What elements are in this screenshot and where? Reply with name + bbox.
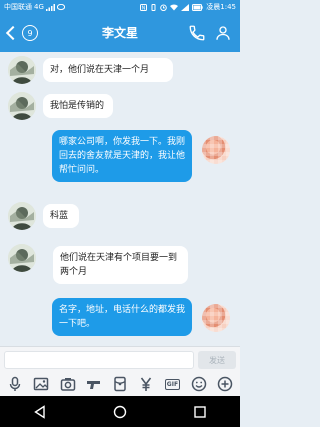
system-navigation-bar — [0, 396, 240, 427]
red-packet-icon[interactable] — [112, 376, 128, 392]
gif-icon[interactable]: GIF — [164, 376, 181, 392]
contact-profile-icon[interactable] — [214, 24, 232, 42]
unread-count-badge: 9 — [22, 25, 38, 41]
phone-icon[interactable] — [188, 24, 206, 42]
wifi-icon — [170, 3, 179, 11]
status-bar: 中国联通 4G N 凌晨1:45 — [0, 0, 240, 14]
battery-icon — [192, 3, 203, 11]
contact-avatar[interactable] — [8, 244, 36, 272]
carrier-label: 中国联通 — [4, 3, 32, 11]
incoming-message-bubble[interactable]: 科蓝 — [43, 204, 79, 228]
gun-icon[interactable] — [86, 376, 102, 392]
title-bar: 9 李文星 — [0, 14, 240, 52]
svg-text:N: N — [142, 5, 146, 11]
nfc-icon: N — [140, 3, 148, 11]
emoji-icon[interactable] — [191, 376, 207, 392]
my-avatar[interactable] — [202, 304, 230, 332]
clock-label: 凌晨1:45 — [206, 3, 236, 11]
camera-icon[interactable] — [60, 376, 76, 392]
my-avatar[interactable] — [202, 136, 230, 164]
microphone-icon[interactable] — [7, 376, 23, 392]
send-button[interactable]: 发送 — [198, 351, 236, 369]
gif-label: GIF — [164, 378, 181, 390]
contact-avatar[interactable] — [8, 202, 36, 230]
incoming-message-bubble[interactable]: 他们说在天津有个项目要一到两个月 — [53, 246, 188, 284]
yen-icon[interactable] — [138, 376, 154, 392]
message-input-bar: 发送 — [0, 346, 240, 372]
incoming-message-bubble[interactable]: 对，他们说在天津一个月 — [43, 58, 173, 82]
image-icon[interactable] — [33, 376, 49, 392]
chat-message-list[interactable]: 对，他们说在天津一个月 我怕是传销的 哪家公司啊，你发我一下。我刚回去的舍友就是… — [0, 52, 240, 346]
plus-icon[interactable] — [217, 376, 233, 392]
chat-app-icon — [56, 3, 65, 10]
back-button[interactable]: 9 — [4, 22, 38, 44]
contact-avatar[interactable] — [8, 92, 36, 120]
nav-home-icon[interactable] — [113, 405, 127, 419]
chat-toolbar: GIF — [0, 372, 240, 396]
contact-avatar[interactable] — [8, 56, 36, 84]
incoming-message-bubble[interactable]: 我怕是传销的 — [43, 94, 113, 118]
outgoing-message-bubble[interactable]: 名字，地址，电话什么的都发我一下吧。 — [52, 298, 192, 336]
message-input[interactable] — [4, 351, 194, 369]
nav-recents-icon[interactable] — [193, 405, 207, 419]
vibrate-icon — [151, 3, 156, 11]
chevron-left-icon — [5, 25, 21, 41]
outgoing-message-bubble[interactable]: 哪家公司啊，你发我一下。我刚回去的舍友就是天津的，我让他帮忙问问。 — [52, 130, 192, 182]
alarm-icon — [160, 4, 168, 11]
signal-icon — [45, 3, 55, 11]
network-label: 4G — [34, 3, 44, 11]
nav-back-icon[interactable] — [33, 404, 47, 419]
signal-strength-icon — [181, 3, 190, 11]
